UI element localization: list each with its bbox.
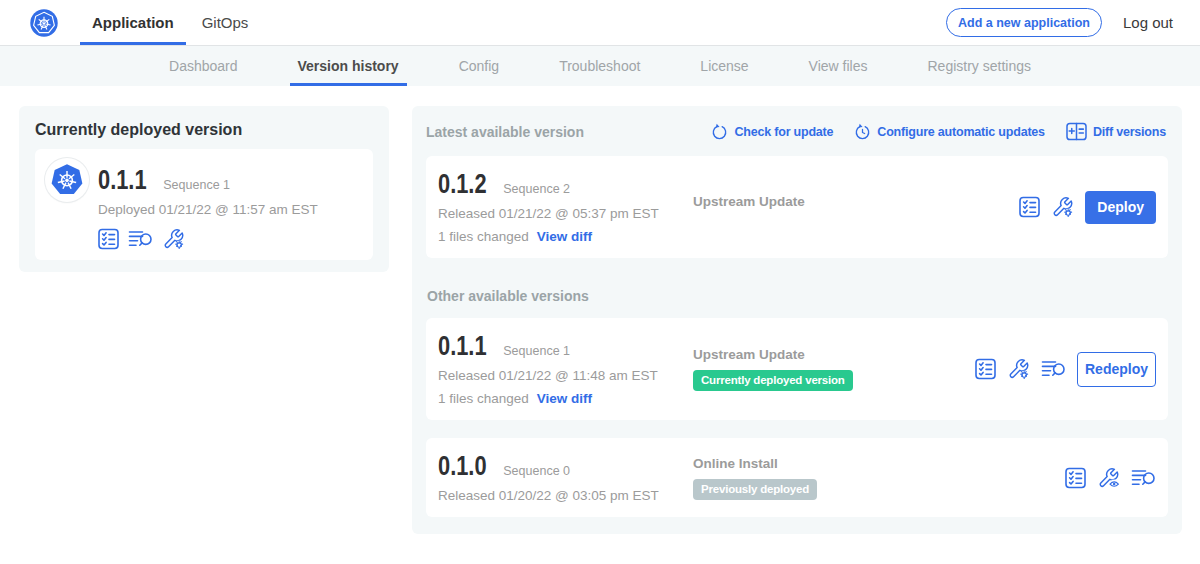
latest-available-title: Latest available version bbox=[426, 124, 584, 140]
preflight-checks-icon[interactable] bbox=[1065, 467, 1086, 489]
redeploy-button[interactable]: Redeploy bbox=[1077, 352, 1156, 387]
diff-icon bbox=[1066, 122, 1087, 141]
diff-versions-link[interactable]: Diff versions bbox=[1066, 122, 1166, 141]
version-number: 0.1.2 bbox=[438, 170, 487, 198]
released-timestamp: Released 01/21/22 @ 11:48 am EST bbox=[438, 368, 693, 383]
deploy-logs-icon[interactable] bbox=[1131, 467, 1156, 489]
version-number: 0.1.0 bbox=[438, 452, 487, 480]
current-sequence-label: Sequence 1 bbox=[163, 178, 230, 192]
action-label: Check for update bbox=[734, 125, 833, 139]
version-card-0.1.2: 0.1.2 Sequence 2 Released 01/21/22 @ 05:37… bbox=[426, 156, 1168, 258]
main-content: Currently deployed version bbox=[0, 86, 1200, 534]
config-icon[interactable] bbox=[1007, 358, 1030, 380]
action-label: Configure automatic updates bbox=[877, 125, 1045, 139]
current-deployed-timestamp: Deployed 01/21/22 @ 11:57 am EST bbox=[98, 202, 318, 217]
subnav: DashboardVersion historyConfigTroublesho… bbox=[0, 46, 1200, 86]
preflight-checks-icon[interactable] bbox=[975, 358, 996, 380]
released-timestamp: Released 01/20/22 @ 03:05 pm EST bbox=[438, 488, 693, 503]
subnav-tab-dashboard[interactable]: Dashboard bbox=[139, 46, 268, 86]
latest-version-header: Latest available version Check for updat… bbox=[426, 122, 1166, 141]
version-card-0.1.1: 0.1.1 Sequence 1 Released 01/21/22 @ 11:48… bbox=[426, 318, 1168, 420]
header-tab-application[interactable]: Application bbox=[80, 0, 186, 45]
version-history-panel: Latest available version Check for updat… bbox=[412, 106, 1182, 534]
currently-deployed-title: Currently deployed version bbox=[35, 121, 373, 139]
subnav-tab-version-history[interactable]: Version history bbox=[268, 46, 429, 86]
view-diff-link[interactable]: View diff bbox=[537, 229, 592, 244]
app-logo-icon bbox=[45, 158, 89, 202]
sequence-label: Sequence 2 bbox=[503, 182, 570, 196]
status-badge: Currently deployed version bbox=[693, 370, 853, 391]
subnav-tab-view-files[interactable]: View files bbox=[779, 46, 898, 86]
subnav-tab-config[interactable]: Config bbox=[429, 46, 529, 86]
subnav-tab-registry-settings[interactable]: Registry settings bbox=[898, 46, 1061, 86]
version-source-label: Online Install bbox=[693, 456, 1065, 471]
deploy-logs-icon[interactable] bbox=[1041, 358, 1066, 380]
preflight-checks-icon[interactable] bbox=[1019, 196, 1040, 218]
view-diff-link[interactable]: View diff bbox=[537, 391, 592, 406]
auto-update-icon bbox=[854, 123, 871, 140]
subnav-tab-license[interactable]: License bbox=[670, 46, 778, 86]
files-changed-label: 1 files changed bbox=[438, 391, 529, 406]
current-version-number: 0.1.1 bbox=[98, 166, 147, 194]
logout-button[interactable]: Log out bbox=[1123, 14, 1173, 31]
version-source-label: Upstream Update bbox=[693, 194, 1019, 209]
version-number: 0.1.1 bbox=[438, 332, 487, 360]
files-changed-label: 1 files changed bbox=[438, 229, 529, 244]
app-header: ApplicationGitOps Add a new application … bbox=[0, 0, 1200, 46]
status-badge: Previously deployed bbox=[693, 479, 817, 500]
view-config-icon[interactable] bbox=[1097, 467, 1120, 489]
sequence-label: Sequence 1 bbox=[503, 344, 570, 358]
currently-deployed-panel: Currently deployed version bbox=[19, 106, 389, 272]
deploy-button[interactable]: Deploy bbox=[1085, 191, 1156, 224]
add-application-button[interactable]: Add a new application bbox=[946, 8, 1102, 37]
version-source-label: Upstream Update bbox=[693, 347, 975, 362]
current-version-card: 0.1.1 Sequence 1 Deployed 01/21/22 @ 11:… bbox=[35, 149, 373, 260]
preflight-checks-icon[interactable] bbox=[98, 228, 119, 250]
configure-automatic-updates-link[interactable]: Configure automatic updates bbox=[854, 122, 1045, 141]
released-timestamp: Released 01/21/22 @ 05:37 pm EST bbox=[438, 206, 693, 221]
sequence-label: Sequence 0 bbox=[503, 464, 570, 478]
header-tab-gitops[interactable]: GitOps bbox=[190, 0, 261, 45]
subnav-tab-troubleshoot[interactable]: Troubleshoot bbox=[529, 46, 670, 86]
header-tabs: ApplicationGitOps bbox=[80, 0, 264, 45]
check-for-update-link[interactable]: Check for update bbox=[711, 122, 833, 141]
refresh-icon bbox=[711, 123, 728, 140]
kubernetes-logo-icon bbox=[30, 9, 58, 37]
action-label: Diff versions bbox=[1093, 125, 1166, 139]
config-icon[interactable] bbox=[162, 228, 185, 250]
version-card-0.1.0: 0.1.0 Sequence 0 Released 01/20/22 @ 03:05… bbox=[426, 438, 1168, 517]
deploy-logs-icon[interactable] bbox=[128, 228, 153, 250]
other-available-title: Other available versions bbox=[427, 288, 1168, 304]
config-icon[interactable] bbox=[1051, 196, 1074, 218]
